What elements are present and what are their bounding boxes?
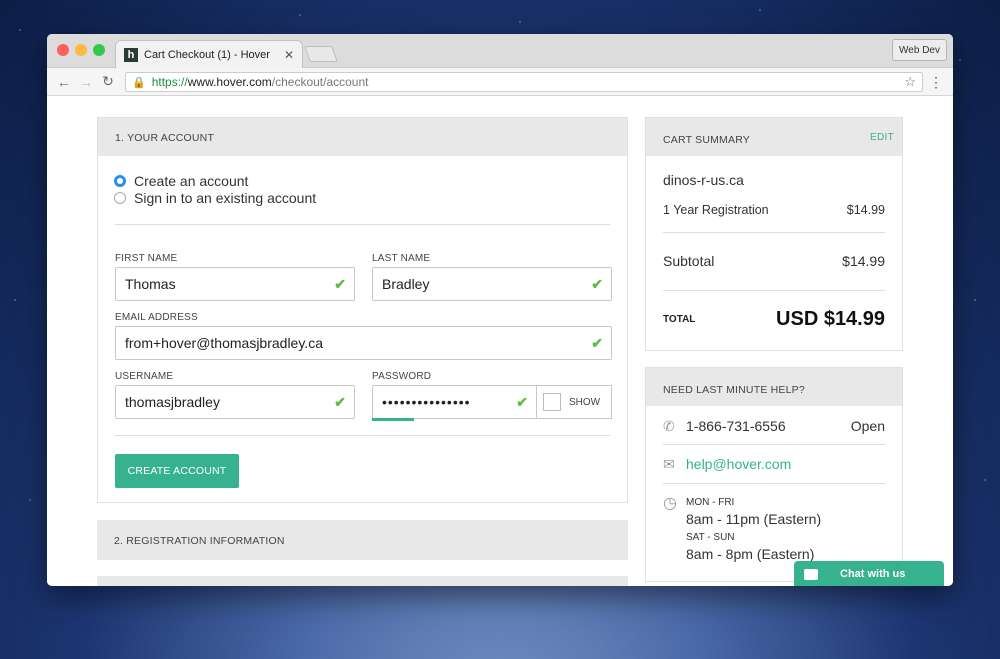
valid-check-icon: ✔ bbox=[334, 276, 346, 292]
signin-label: Sign in to an existing account bbox=[134, 190, 317, 206]
browser-tab-active[interactable]: h Cart Checkout (1) - Hover ✕ bbox=[115, 40, 303, 68]
signin-radio[interactable] bbox=[114, 192, 126, 204]
maximize-window-button[interactable] bbox=[93, 44, 105, 56]
weekday-hours: 8am - 11pm (Eastern) bbox=[686, 511, 822, 527]
divider bbox=[663, 232, 885, 233]
total-value: USD $14.99 bbox=[776, 308, 885, 330]
cart-domain-row: dinos-r-us.ca bbox=[663, 172, 885, 188]
browser-menu-icon[interactable]: ⋮ bbox=[929, 74, 943, 91]
first-name-value: Thomas bbox=[125, 276, 176, 292]
hover-favicon-icon: h bbox=[124, 47, 138, 62]
forward-arrow-icon[interactable]: → bbox=[75, 74, 97, 90]
subtotal-label: Subtotal bbox=[663, 253, 715, 269]
password-strength-bar bbox=[372, 418, 414, 421]
valid-check-icon: ✔ bbox=[334, 394, 346, 410]
lock-icon: 🔒 bbox=[132, 76, 146, 89]
divider bbox=[115, 224, 610, 225]
tab-close-icon[interactable]: ✕ bbox=[284, 48, 294, 62]
username-label: USERNAME bbox=[115, 371, 174, 382]
subtotal-row: Subtotal $14.99 bbox=[663, 253, 885, 269]
new-tab-button[interactable] bbox=[304, 46, 338, 62]
account-heading: 1. YOUR ACCOUNT bbox=[98, 118, 627, 156]
subtotal-value: $14.99 bbox=[842, 253, 885, 269]
weekday-label: MON - FRI bbox=[686, 497, 735, 508]
back-arrow-icon[interactable]: ← bbox=[53, 74, 75, 90]
email-value: from+hover@thomasjbradley.ca bbox=[125, 335, 323, 351]
help-email-link[interactable]: help@hover.com bbox=[686, 456, 791, 472]
reload-icon[interactable]: ↻ bbox=[97, 73, 119, 90]
create-account-option[interactable]: Create an account bbox=[114, 173, 248, 189]
cart-item-price: $14.99 bbox=[846, 203, 885, 217]
tab-title: Cart Checkout (1) - Hover bbox=[144, 48, 270, 61]
divider bbox=[663, 444, 885, 445]
email-label: EMAIL ADDRESS bbox=[115, 312, 198, 323]
url-path: /checkout/account bbox=[271, 75, 369, 89]
close-window-button[interactable] bbox=[57, 44, 69, 56]
username-value: thomasjbradley bbox=[125, 394, 220, 410]
show-password-checkbox[interactable] bbox=[543, 393, 561, 411]
minimize-window-button[interactable] bbox=[75, 44, 87, 56]
address-bar[interactable]: 🔒 https://www.hover.com/checkout/account… bbox=[125, 72, 923, 92]
total-row: TOTAL USD $14.99 bbox=[663, 308, 885, 331]
cart-item-row: 1 Year Registration $14.99 bbox=[663, 203, 885, 217]
create-account-radio[interactable] bbox=[114, 175, 126, 187]
divider bbox=[663, 483, 885, 484]
registration-heading[interactable]: 2. REGISTRATION INFORMATION bbox=[97, 520, 628, 560]
first-name-label: FIRST NAME bbox=[115, 253, 178, 264]
show-password-toggle[interactable]: SHOW bbox=[536, 385, 612, 419]
weekend-hours: 8am - 8pm (Eastern) bbox=[686, 546, 815, 562]
page-content: 1. YOUR ACCOUNT Create an account Sign i… bbox=[47, 97, 953, 586]
chat-label: Chat with us bbox=[840, 568, 906, 580]
password-field[interactable]: ••••••••••••••• ✔ bbox=[372, 385, 537, 419]
browser-window: h Cart Checkout (1) - Hover ✕ Web Dev ← … bbox=[47, 34, 953, 586]
last-name-label: LAST NAME bbox=[372, 253, 431, 264]
account-section: 1. YOUR ACCOUNT Create an account Sign i… bbox=[97, 117, 628, 503]
bookmark-star-icon[interactable]: ☆ bbox=[904, 74, 916, 90]
cart-item-label: 1 Year Registration bbox=[663, 203, 769, 217]
clock-icon: ◷ bbox=[663, 495, 677, 512]
help-heading: NEED LAST MINUTE HELP? bbox=[646, 368, 902, 406]
phone-status: Open bbox=[850, 418, 885, 434]
help-phone[interactable]: 1-866-731-6556 bbox=[686, 418, 786, 434]
valid-check-icon: ✔ bbox=[591, 276, 603, 292]
cart-summary-panel: CART SUMMARY EDIT dinos-r-us.ca 1 Year R… bbox=[645, 117, 903, 351]
create-account-button[interactable]: CREATE ACCOUNT bbox=[115, 454, 239, 488]
chat-widget-button[interactable]: Chat with us bbox=[794, 561, 944, 586]
cart-domain: dinos-r-us.ca bbox=[663, 172, 744, 188]
next-section-header bbox=[97, 576, 628, 586]
valid-check-icon: ✔ bbox=[516, 394, 528, 410]
password-label: PASSWORD bbox=[372, 371, 432, 382]
total-label: TOTAL bbox=[663, 314, 696, 325]
tab-bar: h Cart Checkout (1) - Hover ✕ Web Dev bbox=[47, 34, 953, 68]
last-name-value: Bradley bbox=[382, 276, 430, 292]
help-panel: NEED LAST MINUTE HELP? ✆ 1-866-731-6556 … bbox=[645, 367, 903, 582]
email-icon: ✉ bbox=[663, 456, 675, 472]
url-domain: www.hover.com bbox=[187, 75, 272, 89]
cart-heading: CART SUMMARY bbox=[646, 118, 902, 156]
url-scheme: https:// bbox=[151, 75, 188, 89]
create-account-label: Create an account bbox=[134, 173, 249, 189]
password-value: ••••••••••••••• bbox=[382, 394, 471, 410]
last-name-field[interactable]: Bradley ✔ bbox=[372, 267, 612, 301]
profile-button[interactable]: Web Dev bbox=[892, 39, 947, 61]
divider bbox=[115, 435, 610, 436]
edit-cart-link[interactable]: EDIT bbox=[870, 132, 894, 143]
signin-option[interactable]: Sign in to an existing account bbox=[114, 190, 316, 206]
username-field[interactable]: thomasjbradley ✔ bbox=[115, 385, 355, 419]
phone-icon: ✆ bbox=[663, 418, 675, 434]
first-name-field[interactable]: Thomas ✔ bbox=[115, 267, 355, 301]
chat-bubble-icon bbox=[804, 568, 818, 580]
browser-toolbar: ← → ↻ 🔒 https://www.hover.com/checkout/a… bbox=[47, 68, 953, 96]
divider bbox=[663, 290, 885, 291]
valid-check-icon: ✔ bbox=[591, 335, 603, 351]
weekend-label: SAT - SUN bbox=[686, 532, 735, 543]
show-password-label: SHOW bbox=[569, 396, 601, 408]
email-field[interactable]: from+hover@thomasjbradley.ca ✔ bbox=[115, 326, 612, 360]
